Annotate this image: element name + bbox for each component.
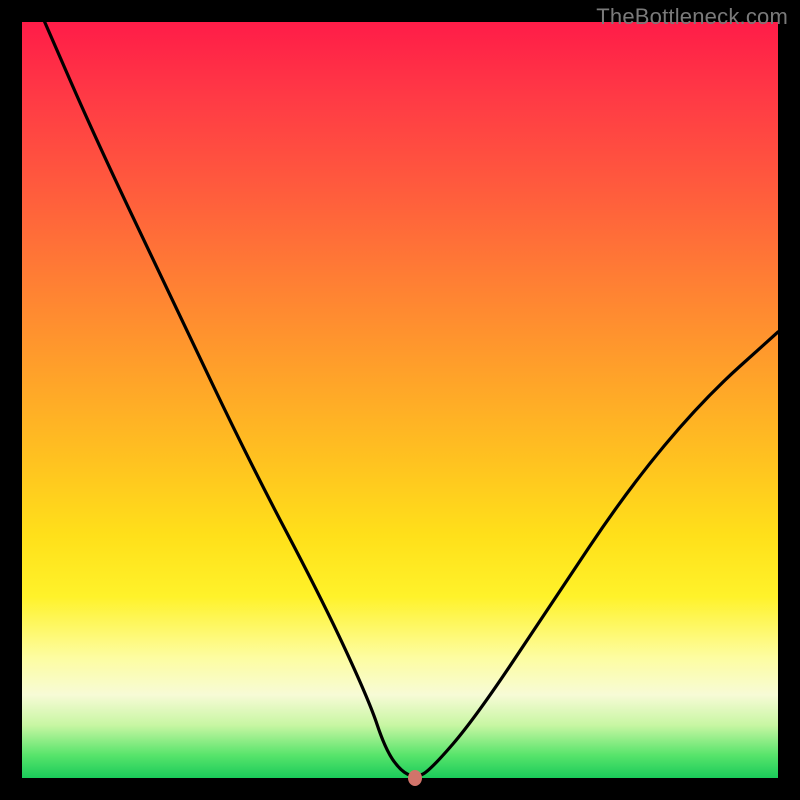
minimum-marker [408,770,422,786]
chart-frame: TheBottleneck.com [0,0,800,800]
bottleneck-curve [22,22,778,778]
plot-area [22,22,778,778]
watermark-text: TheBottleneck.com [596,4,788,30]
